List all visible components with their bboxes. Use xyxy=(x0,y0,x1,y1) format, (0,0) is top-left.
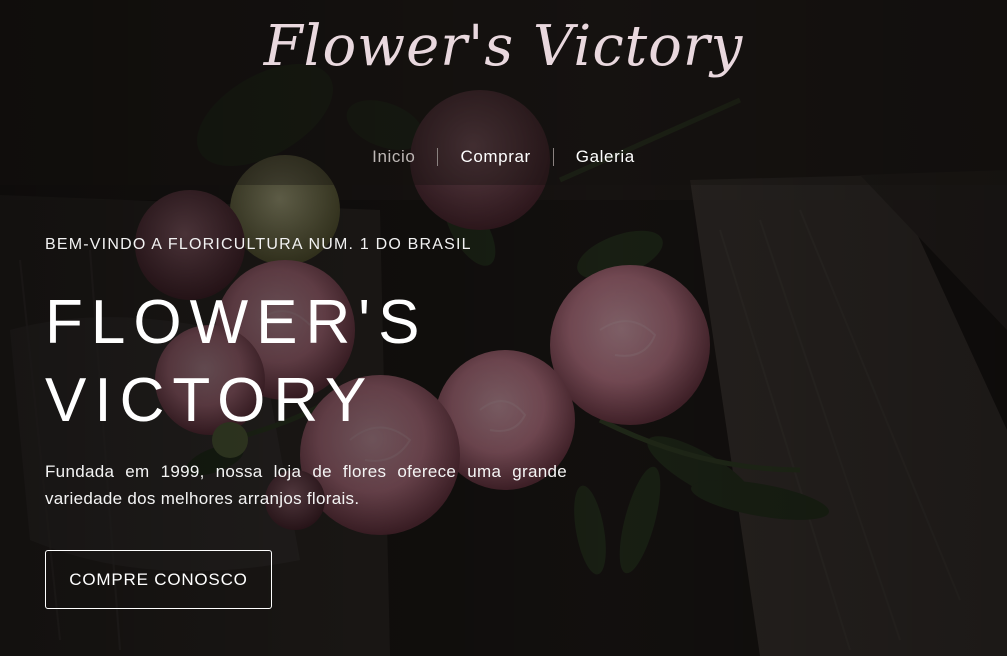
nav-item-inicio[interactable]: Inicio xyxy=(350,145,437,169)
nav-item-galeria[interactable]: Galeria xyxy=(554,145,657,169)
hero-title-line-2: VICTORY xyxy=(45,366,375,435)
compre-conosco-button[interactable]: COMPRE CONOSCO xyxy=(45,550,272,609)
welcome-subtitle: BEM-VINDO A FLORICULTURA NUM. 1 DO BRASI… xyxy=(45,236,472,253)
hero-title: FLOWER'S VICTORY xyxy=(45,284,565,440)
hero-description: Fundada em 1999, nossa loja de flores of… xyxy=(45,462,567,508)
hero-title-line-1: FLOWER'S xyxy=(45,288,428,357)
nav-item-comprar[interactable]: Comprar xyxy=(438,145,552,169)
site-logo[interactable]: Flower's Victory xyxy=(0,14,1007,79)
main-navigation: Inicio Comprar Galeria xyxy=(0,145,1007,169)
